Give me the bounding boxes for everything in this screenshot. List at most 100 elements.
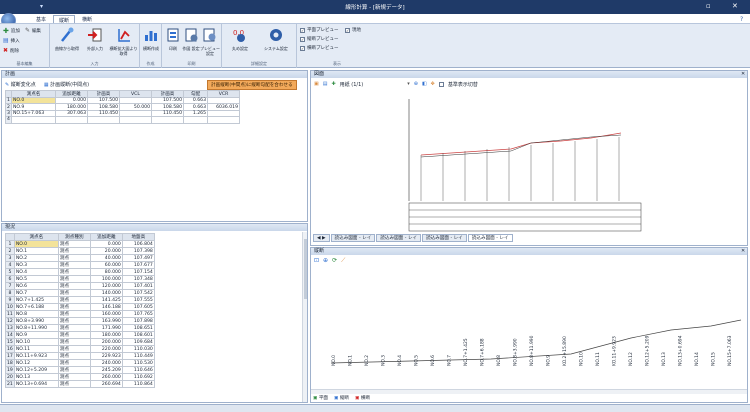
table-cell[interactable]: 100.000 <box>89 275 123 283</box>
preview-button[interactable]: プレビュー 設定 <box>200 27 220 56</box>
cross-preview-check[interactable]: ✓ 横断プレビュー <box>300 45 339 51</box>
table-cell[interactable]: 141.425 <box>89 296 123 304</box>
table-cell[interactable]: 測点 <box>57 317 91 325</box>
table-cell[interactable]: NO.2 <box>13 254 59 262</box>
table-row[interactable]: 1 NO.0 測点 0.000 106.804 <box>5 240 155 248</box>
refresh-icon[interactable]: ⟳ <box>332 257 337 265</box>
table-row[interactable]: 10 NO.7+6.188 測点 146.188 107.605 <box>5 303 155 311</box>
table-cell[interactable]: 測点 <box>57 359 91 367</box>
table-cell[interactable]: 測点 <box>57 247 91 255</box>
table-cell[interactable]: 107.398 <box>121 247 155 255</box>
table-cell[interactable]: 110.692 <box>121 373 155 381</box>
profile-close-icon[interactable]: ✕ <box>741 248 745 254</box>
sheet-tab-3[interactable]: 読込み図面 - レイ <box>422 234 467 242</box>
sheet-dropdown-icon[interactable]: ▾ <box>407 81 410 87</box>
table-cell[interactable]: NO.9 <box>13 331 59 339</box>
table-cell[interactable]: NO.3 <box>13 261 59 269</box>
table-cell[interactable]: 測点 <box>57 261 91 269</box>
close-button[interactable]: ✕ <box>732 2 738 11</box>
table-cell[interactable]: 測点 <box>57 352 91 360</box>
table-cell[interactable]: 107.348 <box>121 275 155 283</box>
table-cell[interactable]: 146.188 <box>89 303 123 311</box>
table-cell[interactable]: 測点 <box>57 366 91 374</box>
table-row[interactable]: 19 NO.12+5.209 測点 245.209 110.646 <box>5 366 155 374</box>
table-cell[interactable]: NO.12+5.209 <box>13 366 59 374</box>
table-row[interactable]: 18 NO.12 測点 240.000 110.530 <box>5 359 155 367</box>
zoom-icon[interactable]: ⊕ <box>414 81 418 87</box>
table-cell[interactable]: 測点 <box>57 275 91 283</box>
table-row[interactable]: 4 NO.3 測点 60.000 107.677 <box>5 261 155 269</box>
table-cell[interactable]: 163.990 <box>89 317 123 325</box>
table-cell[interactable]: 245.209 <box>89 366 123 374</box>
table-cell[interactable]: 108.651 <box>121 324 155 332</box>
table-row[interactable]: 20 NO.13 測点 260.000 110.692 <box>5 373 155 381</box>
table-row[interactable]: 4 <box>5 116 240 124</box>
table-cell[interactable]: 測点 <box>57 282 91 290</box>
table-row[interactable]: 21 NO.13+0.694 測点 260.694 110.864 <box>5 380 155 388</box>
table-row[interactable]: 17 NO.11+9.923 測点 229.923 110.449 <box>5 352 155 360</box>
curve-input-button[interactable]: 曲線から取得 <box>52 27 82 51</box>
zoom-fit-icon[interactable]: ⊡ <box>314 257 319 265</box>
table-cell[interactable]: NO.4 <box>13 268 59 276</box>
drawing-close-icon[interactable]: ✕ <box>741 71 745 77</box>
table-cell[interactable]: NO.12 <box>13 359 59 367</box>
table-cell[interactable] <box>151 116 184 124</box>
table-cell[interactable]: 107.542 <box>121 289 155 297</box>
minimize-button[interactable]: ▫ <box>706 2 711 11</box>
table-cell[interactable]: 測点 <box>57 331 91 339</box>
print-settings-button[interactable]: 作図 設定 <box>182 27 200 51</box>
table-cell[interactable]: 220.000 <box>89 345 123 353</box>
table-cell[interactable]: 120.000 <box>89 282 123 290</box>
table-cell[interactable]: NO.7+1.425 <box>13 296 59 304</box>
table-cell[interactable]: 180.000 <box>89 331 123 339</box>
table-row[interactable]: 11 NO.8 測点 160.000 107.765 <box>5 310 155 318</box>
help-icon[interactable]: ? <box>740 16 743 23</box>
pan-icon[interactable]: ✥ <box>431 81 435 87</box>
table-cell[interactable]: 106.804 <box>121 240 155 248</box>
table-cell[interactable]: 80.000 <box>89 268 123 276</box>
select-icon[interactable]: ✚ <box>331 81 335 87</box>
table-cell[interactable]: 20.000 <box>89 247 123 255</box>
view-tab-profile[interactable]: ▣ 縦断 <box>334 395 349 401</box>
table-cell[interactable]: 40.000 <box>89 254 123 262</box>
table-cell[interactable] <box>87 116 120 124</box>
table-cell[interactable]: 測点 <box>57 240 91 248</box>
open-icon[interactable]: ▣ <box>314 81 319 87</box>
table-row[interactable]: 7 NO.6 測点 120.000 107.401 <box>5 282 155 290</box>
table-row[interactable]: 12 NO.8+3.990 測点 163.990 107.898 <box>5 317 155 325</box>
tab-cross[interactable]: 横断 <box>77 15 97 23</box>
table-cell[interactable]: NO.13 <box>13 373 59 381</box>
current-scrollbar[interactable] <box>302 232 307 402</box>
table-cell[interactable]: 107.401 <box>121 282 155 290</box>
sheet-nav-prev[interactable]: ◀ ▶ <box>313 234 330 242</box>
sheet-tab-1[interactable]: 読込み図面 - レイ <box>330 234 376 242</box>
table-cell[interactable]: 240.000 <box>89 359 123 367</box>
table-cell[interactable]: NO.0 <box>13 240 59 248</box>
table-cell[interactable]: NO.11 <box>13 345 59 353</box>
table-cell[interactable]: 140.000 <box>89 289 123 297</box>
sheet-tab-2[interactable]: 読込み図面 - レイ <box>376 234 422 242</box>
table-row[interactable]: 9 NO.7+1.425 測点 141.425 107.555 <box>5 296 155 304</box>
table-cell[interactable] <box>119 116 152 124</box>
table-cell[interactable]: 200.000 <box>89 338 123 346</box>
table-cell[interactable]: 測点 <box>57 338 91 346</box>
table-cell[interactable]: NO.8+11.990 <box>13 324 59 332</box>
table-cell[interactable]: NO.10 <box>13 338 59 346</box>
table-row[interactable]: 16 NO.11 測点 220.000 110.030 <box>5 345 155 353</box>
sheet-tab-4[interactable]: 読込み図面 - レイ <box>467 234 513 242</box>
table-cell[interactable]: 107.497 <box>121 254 155 262</box>
table-cell[interactable]: 107.555 <box>121 296 155 304</box>
system-settings-button[interactable]: システム設定 <box>258 27 294 51</box>
table-cell[interactable]: 107.154 <box>121 268 155 276</box>
table-row[interactable]: 2 NO.1 測点 20.000 107.398 <box>5 247 155 255</box>
table-row[interactable]: 15 NO.10 測点 200.000 109.684 <box>5 338 155 346</box>
table-cell[interactable]: NO.6 <box>13 282 59 290</box>
table-cell[interactable] <box>55 116 88 124</box>
grade-icon[interactable]: ⟋ <box>341 257 345 265</box>
table-cell[interactable]: NO.8 <box>13 310 59 318</box>
table-row[interactable]: 13 NO.8+11.990 測点 171.990 108.651 <box>5 324 155 332</box>
tab-basic[interactable]: 基本 <box>31 15 51 23</box>
table-row[interactable]: 14 NO.9 測点 180.000 108.601 <box>5 331 155 339</box>
table-row[interactable]: 8 NO.7 測点 140.000 107.542 <box>5 289 155 297</box>
table-cell[interactable]: 110.530 <box>121 359 155 367</box>
